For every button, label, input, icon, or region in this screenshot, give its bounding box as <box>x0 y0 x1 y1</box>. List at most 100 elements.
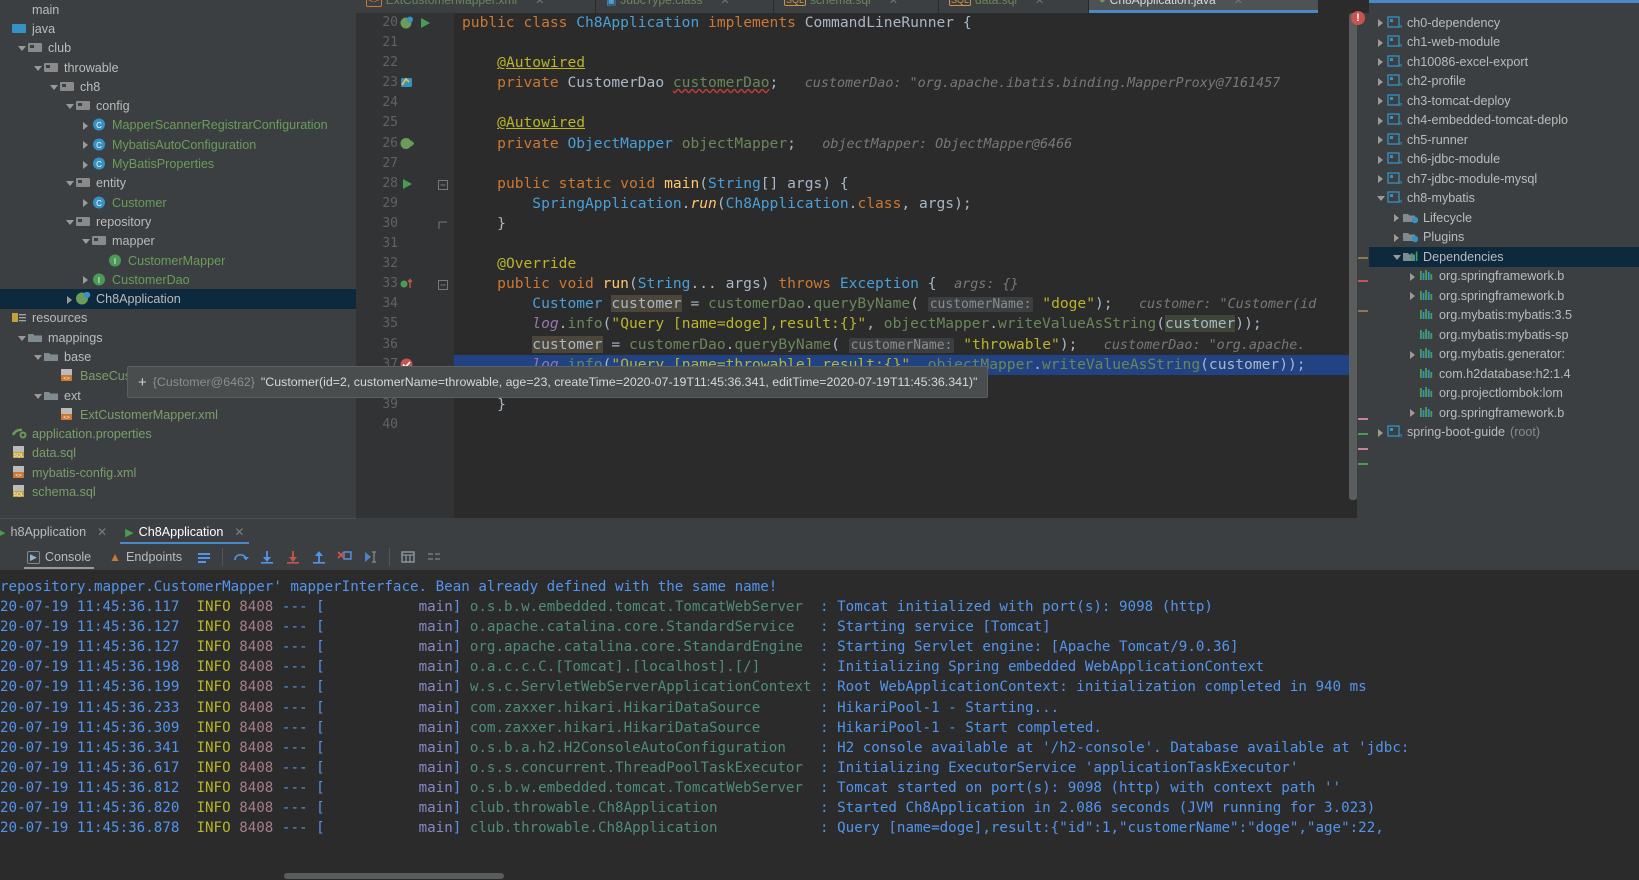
maven-tree-item[interactable]: m ch0-dependency <box>1369 13 1639 33</box>
gutter-line[interactable]: 33 <box>356 274 454 294</box>
project-tree-item[interactable]: I CustomerMapper <box>0 251 356 270</box>
gutter-line[interactable]: 24 <box>356 93 454 113</box>
maven-tree-item[interactable]: m ch2-profile <box>1369 72 1639 92</box>
editor-gutter[interactable]: 2021222324252627282930313233343536373839… <box>356 13 454 518</box>
project-tree-item[interactable]: throwable <box>0 58 356 77</box>
chevron-right-icon[interactable] <box>80 158 92 170</box>
project-tree-item[interactable]: main <box>0 0 356 19</box>
evaluate-expression-icon[interactable] <box>395 545 421 569</box>
toolbar-endpoints-tab[interactable]: ▲ Endpoints <box>100 544 191 571</box>
maven-tree-item[interactable]: org.mybatis:mybatis-sp <box>1369 325 1639 345</box>
chevron-right-icon[interactable] <box>1407 270 1419 282</box>
maven-tree-item[interactable]: org.springframework.b <box>1369 286 1639 306</box>
console-scroll-thumb[interactable] <box>284 873 504 879</box>
run-gutter-icon[interactable] <box>400 177 413 190</box>
editor-marker-bar[interactable] <box>1357 13 1369 518</box>
code-canvas[interactable]: public class Ch8Application implements C… <box>454 13 1369 518</box>
marker-error[interactable] <box>1358 280 1368 282</box>
project-tree-item[interactable]: C Customer <box>0 193 356 212</box>
run-tab-h8application[interactable]: ▶ h8Application ✕ <box>0 520 116 544</box>
gutter-line[interactable]: 40 <box>356 415 454 435</box>
close-icon[interactable]: ✕ <box>535 0 544 7</box>
chevron-down-icon[interactable] <box>32 62 44 74</box>
chevron-right-icon[interactable] <box>1375 134 1387 146</box>
marker-warning[interactable] <box>1358 257 1368 259</box>
project-tree-item[interactable]: java <box>0 19 356 38</box>
chevron-right-icon[interactable] <box>1375 36 1387 48</box>
chevron-down-icon[interactable] <box>64 216 76 228</box>
maven-tree-item[interactable]: org.mybatis:mybatis:3.5 <box>1369 306 1639 326</box>
spring-bean-gutter-icon[interactable] <box>400 16 413 29</box>
gutter-line[interactable]: 26 <box>356 134 454 154</box>
editor-tab-data-sql[interactable]: SQL data.sql ✕ <box>939 0 1089 13</box>
editor-tab-bar[interactable]: <> ExtCustomerMapper.xml ✕ ▣ JdbcType.cl… <box>356 0 1369 13</box>
chevron-right-icon[interactable] <box>1375 153 1387 165</box>
chevron-right-icon[interactable] <box>1391 212 1403 224</box>
marker-added[interactable] <box>1358 433 1368 435</box>
force-step-into-icon[interactable] <box>280 545 306 569</box>
chevron-down-icon[interactable] <box>64 177 76 189</box>
editor-tab-ext-customer-mapper[interactable]: <> ExtCustomerMapper.xml ✕ <box>356 0 596 13</box>
gutter-line[interactable]: 23 <box>356 73 454 93</box>
maven-tree-item[interactable]: m ch3-tomcat-deploy <box>1369 91 1639 111</box>
chevron-down-icon[interactable] <box>16 332 28 344</box>
maven-tree-item[interactable]: org.projectlombok:lom <box>1369 384 1639 404</box>
maven-tree-item[interactable]: Lifecycle <box>1369 208 1639 228</box>
maven-tree-item[interactable]: org.springframework.b <box>1369 403 1639 423</box>
gutter-line[interactable]: 32 <box>356 254 454 274</box>
editor-tab-jdbctype[interactable]: ▣ JdbcType.class ✕ <box>596 0 774 13</box>
project-tree-item[interactable]: SQL data.sql <box>0 444 356 463</box>
gutter-line[interactable]: 22 <box>356 53 454 73</box>
run-gutter-icon[interactable] <box>418 16 431 29</box>
chevron-right-icon[interactable] <box>1375 426 1387 438</box>
chevron-right-icon[interactable] <box>1407 407 1419 419</box>
marker-added[interactable] <box>1358 463 1368 465</box>
marker-change[interactable] <box>1358 418 1368 420</box>
chevron-right-icon[interactable] <box>80 139 92 151</box>
maven-tree-item[interactable]: com.h2database:h2:1.4 <box>1369 364 1639 384</box>
chevron-down-icon[interactable] <box>64 100 76 112</box>
project-tree-item[interactable]: C MyBatisProperties <box>0 154 356 173</box>
chevron-right-icon[interactable] <box>1375 173 1387 185</box>
project-tree-item[interactable]: config <box>0 96 356 115</box>
fold-region-start-icon[interactable] <box>435 178 448 191</box>
maven-tool-window[interactable]: m ch0-dependency m ch1-web-module m ch10086-e… <box>1369 13 1639 518</box>
expand-icon[interactable]: + <box>138 374 147 391</box>
project-tree-item[interactable]: <> mybatis-config.xml <box>0 463 356 482</box>
project-tree-item[interactable]: entity <box>0 174 356 193</box>
gutter-line[interactable]: 25 <box>356 113 454 133</box>
project-tree-item[interactable]: <> ExtCustomerMapper.xml <box>0 405 356 424</box>
chevron-down-icon[interactable] <box>32 351 44 363</box>
step-into-icon[interactable] <box>254 545 280 569</box>
chevron-right-icon[interactable] <box>80 274 92 286</box>
chevron-right-icon[interactable] <box>64 293 76 305</box>
maven-tree-item[interactable]: org.mybatis.generator: <box>1369 345 1639 365</box>
chevron-down-icon[interactable] <box>32 390 44 402</box>
maven-tree-item[interactable]: org.springframework.b <box>1369 267 1639 287</box>
close-icon[interactable]: ✕ <box>234 525 244 539</box>
gutter-line[interactable]: 21 <box>356 33 454 53</box>
close-icon[interactable]: ✕ <box>97 525 107 539</box>
gutter-line[interactable]: 34 <box>356 294 454 314</box>
chevron-down-icon[interactable] <box>16 42 28 54</box>
project-tree-item[interactable]: base <box>0 347 356 366</box>
editor-tab-ch8application-java[interactable]: ● Ch8Application.java ✕ <box>1089 0 1319 13</box>
settings-icon[interactable] <box>421 545 447 569</box>
maven-tree-item[interactable]: Plugins <box>1369 228 1639 248</box>
maven-tree-item[interactable]: m ch10086-excel-export <box>1369 52 1639 72</box>
maven-tree-item[interactable]: m ch7-jdbc-module-mysql <box>1369 169 1639 189</box>
run-to-cursor-icon[interactable] <box>358 545 384 569</box>
gutter-line[interactable]: 28 <box>356 174 454 194</box>
debug-value-tooltip[interactable]: + {Customer@6462} "Customer(id=2, custom… <box>127 366 989 398</box>
console-horizontal-scrollbar[interactable] <box>0 872 1639 880</box>
project-tree-item[interactable]: repository <box>0 212 356 231</box>
project-tree-item[interactable]: mappings <box>0 328 356 347</box>
marker-warning[interactable] <box>1358 310 1368 312</box>
maven-tree-item[interactable]: Dependencies <box>1369 247 1639 267</box>
project-tree-item[interactable]: resources <box>0 309 356 328</box>
chevron-right-icon[interactable] <box>1375 75 1387 87</box>
project-tree-item[interactable]: C MybatisAutoConfiguration <box>0 135 356 154</box>
project-tree-item[interactable]: Ch8Application <box>0 289 356 309</box>
chevron-right-icon[interactable] <box>1407 348 1419 360</box>
chevron-right-icon[interactable] <box>1391 231 1403 243</box>
